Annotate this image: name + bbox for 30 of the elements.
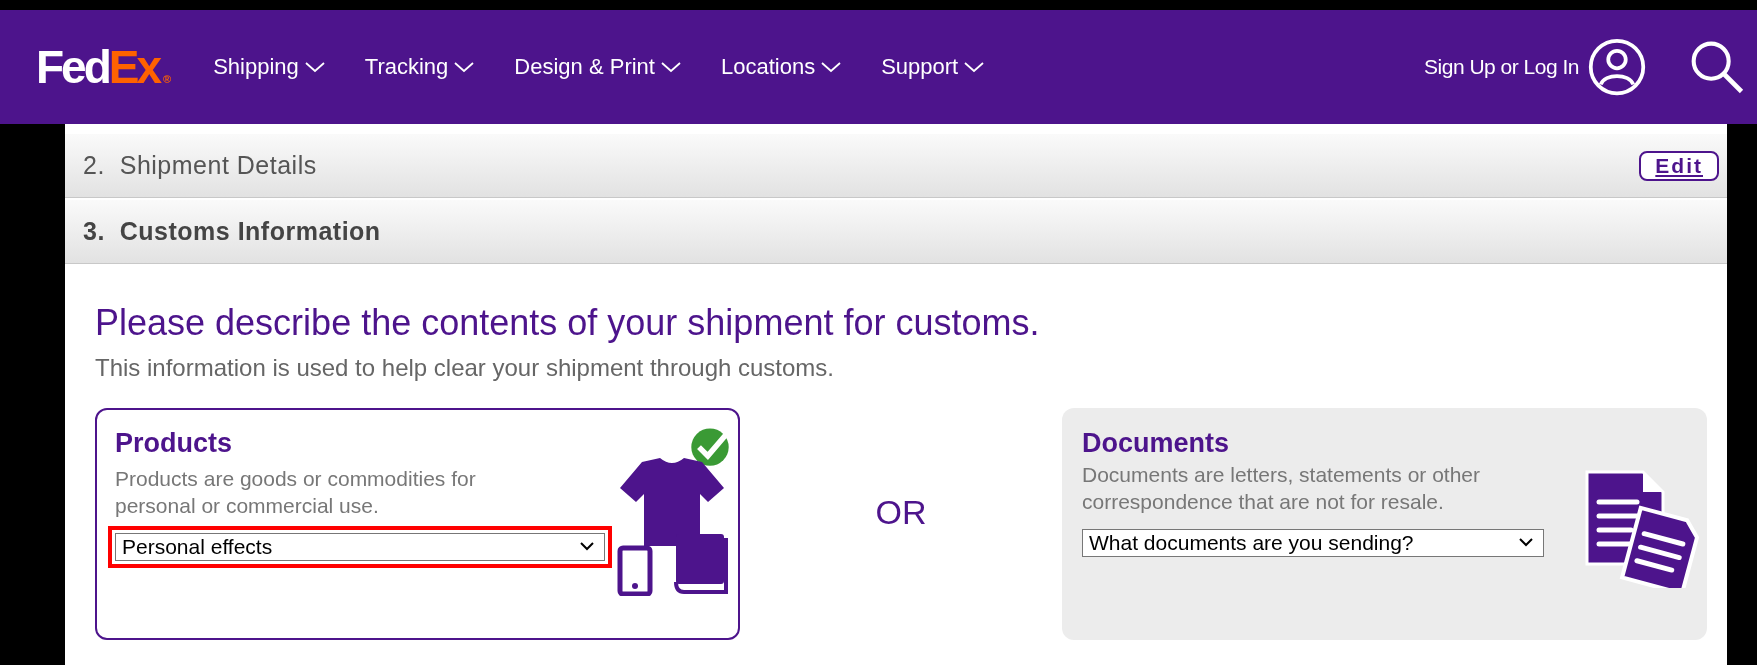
chevron-down-icon [580, 542, 594, 552]
chevron-down-icon [821, 61, 842, 73]
chevron-down-icon [454, 61, 475, 73]
card-title: Documents [1082, 428, 1231, 459]
login-link[interactable]: Sign Up or Log In [1424, 55, 1579, 79]
page-subtitle: This information is used to help clear your shipment through customs. [95, 354, 836, 382]
nav-menu-item[interactable]: Shipping [213, 54, 325, 80]
dropdown-select[interactable]: Personal effects [115, 532, 605, 561]
or-separator: OR [874, 492, 928, 532]
chevron-down-icon [660, 61, 681, 73]
user-icon[interactable] [1587, 37, 1647, 97]
logo[interactable]: FedEx® [36, 40, 172, 94]
chevron-down-icon [1519, 538, 1533, 548]
card-description: Products are goods or commodities for personal or commercial use. [115, 466, 477, 520]
card-title: Products [115, 428, 234, 459]
nav-menu-item[interactable]: Tracking [364, 54, 475, 80]
chevron-down-icon [964, 61, 985, 73]
step-title: 3. Customs Information [83, 217, 381, 246]
search-icon[interactable] [1689, 39, 1745, 95]
nav-menu-item[interactable]: Support [881, 54, 985, 80]
nav-menu-item[interactable]: Design & Print [514, 54, 681, 80]
nav-menu-item[interactable]: Locations [720, 54, 842, 80]
page-heading: Please describe the contents of your shipment for customs. [95, 302, 1041, 344]
card-description: Documents are letters, statements or other correspondence that are not for resale. [1082, 462, 1481, 516]
option-card[interactable]: Products Products are goods or commodities for personal or commercial use. Personal effects [95, 408, 740, 640]
step-title: 2. Shipment Details [83, 151, 317, 180]
dropdown-select[interactable]: What documents are you sending? [1082, 528, 1544, 557]
option-card[interactable]: Documents Documents are letters, statements or other correspondence that are not for resale. What documents are you sending? [1062, 408, 1707, 640]
chevron-down-icon [304, 61, 325, 73]
edit-button[interactable]: Edit [1639, 150, 1719, 181]
